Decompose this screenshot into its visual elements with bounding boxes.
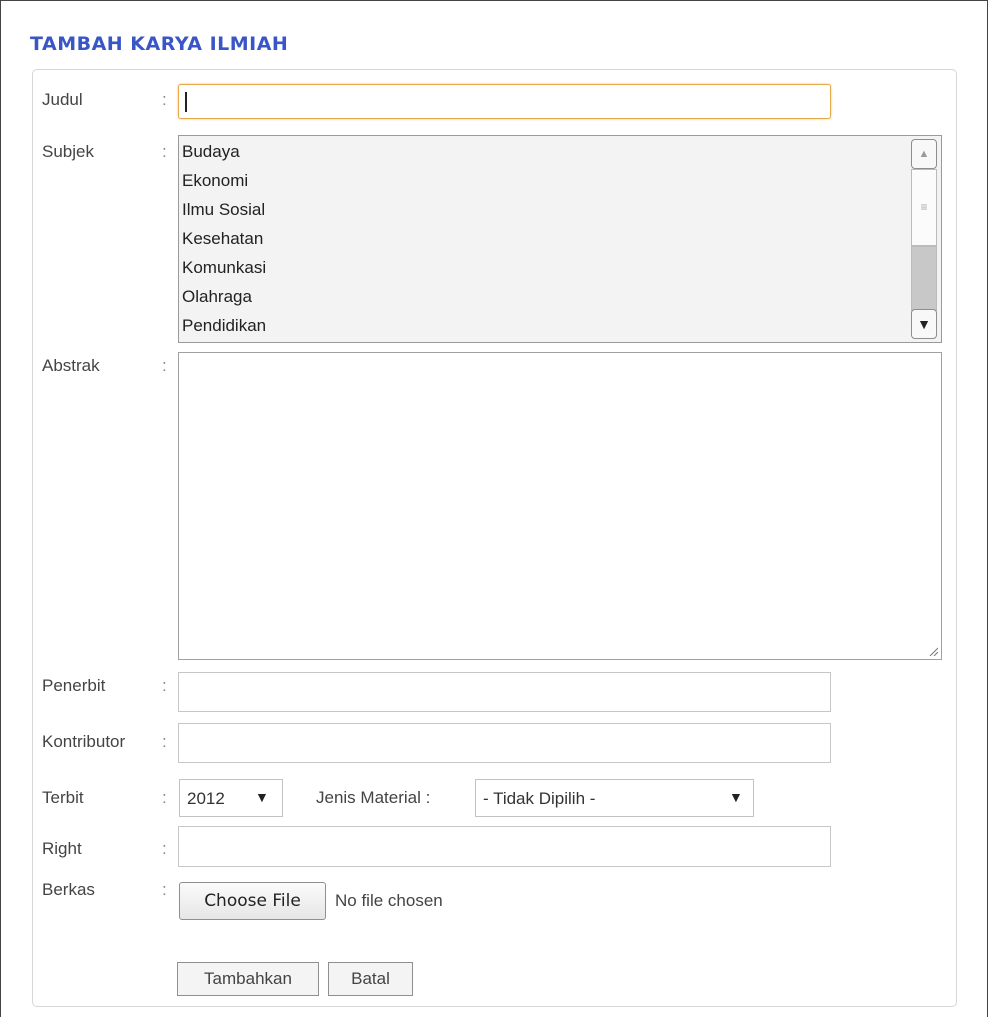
abstrak-label: Abstrak [42, 356, 100, 375]
berkas-label: Berkas [42, 880, 95, 899]
subjek-option[interactable]: Ekonomi [182, 171, 248, 191]
judul-label: Judul [42, 90, 83, 109]
dropdown-arrow-icon: ▼ [255, 789, 269, 805]
choose-file-button[interactable]: Choose File [179, 882, 326, 920]
kontributor-label: Kontributor [42, 732, 126, 751]
scroll-up-icon[interactable]: ▲ [911, 139, 937, 169]
resize-grip-icon[interactable] [928, 646, 938, 656]
subjek-colon: : [162, 142, 167, 161]
batal-button[interactable]: Batal [328, 962, 413, 996]
abstrak-textarea[interactable] [178, 352, 942, 660]
subjek-listbox[interactable]: Budaya Ekonomi Ilmu Sosial Kesehatan Kom… [178, 135, 942, 343]
subjek-option[interactable]: Ilmu Sosial [182, 200, 265, 220]
terbit-select[interactable]: 2012 ▼ [179, 779, 283, 817]
subjek-label: Subjek [42, 142, 94, 161]
berkas-colon: : [162, 880, 167, 899]
jenis-material-select[interactable]: - Tidak Dipilih - ▼ [475, 779, 754, 817]
kontributor-colon: : [162, 732, 167, 751]
right-colon: : [162, 839, 167, 858]
terbit-value: 2012 [187, 789, 225, 808]
penerbit-colon: : [162, 676, 167, 695]
judul-colon: : [162, 90, 167, 109]
dropdown-arrow-icon: ▼ [729, 789, 743, 805]
terbit-colon: : [162, 788, 167, 807]
subjek-option[interactable]: Kesehatan [182, 229, 263, 249]
subjek-option[interactable]: Komunkasi [182, 258, 266, 278]
jenis-material-value: - Tidak Dipilih - [483, 789, 596, 808]
scroll-down-icon[interactable]: ▼ [911, 309, 937, 339]
subjek-option[interactable]: Pendidikan [182, 316, 266, 336]
terbit-label: Terbit [42, 788, 84, 807]
tambahkan-button[interactable]: Tambahkan [177, 962, 319, 996]
right-label: Right [42, 839, 82, 858]
subjek-scrollbar[interactable]: ▲ ≡ ▼ [911, 139, 939, 339]
penerbit-label: Penerbit [42, 676, 106, 695]
subjek-option[interactable]: Budaya [182, 142, 240, 162]
abstrak-colon: : [162, 356, 167, 375]
right-input[interactable] [178, 826, 831, 867]
judul-input[interactable] [178, 84, 831, 119]
kontributor-input[interactable] [178, 723, 831, 763]
subjek-option[interactable]: Olahraga [182, 287, 252, 307]
penerbit-input[interactable] [178, 672, 831, 712]
text-caret [185, 92, 187, 112]
jenis-material-label: Jenis Material : [316, 788, 431, 807]
scroll-track-lower[interactable] [911, 246, 937, 311]
scroll-thumb[interactable]: ≡ [911, 169, 937, 246]
page-title: TAMBAH KARYA ILMIAH [30, 33, 289, 55]
file-status: No file chosen [335, 891, 443, 910]
